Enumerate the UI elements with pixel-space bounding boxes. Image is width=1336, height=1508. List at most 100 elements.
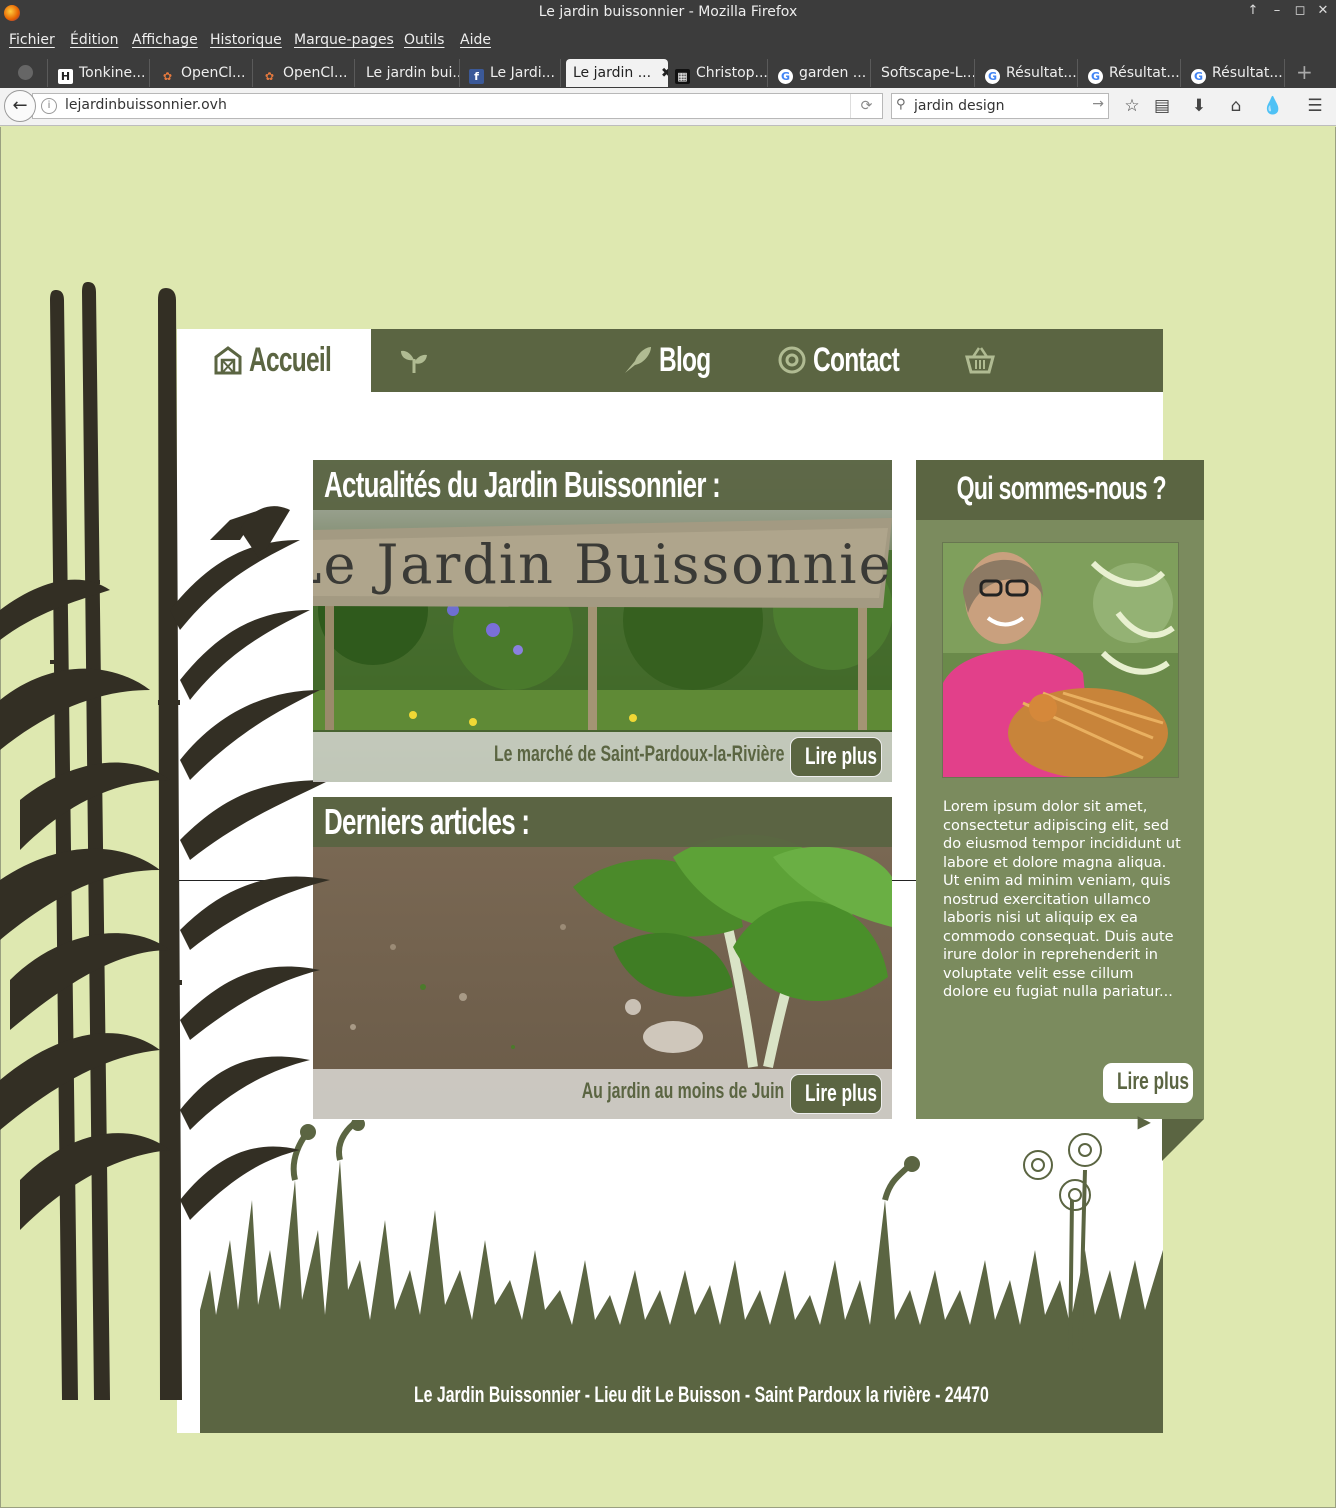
google-icon: G (985, 69, 1000, 84)
news-header: Actualités du Jardin Buissonnier : (313, 460, 892, 510)
grass-silhouette-decoration (200, 1120, 1163, 1360)
footer-address-text: Le Jardin Buissonnier - Lieu dit Le Buis… (414, 1382, 989, 1407)
nav-blog[interactable]: Blog (623, 329, 763, 392)
tab-close-icon[interactable]: ✖ (661, 66, 668, 81)
window-title: Le jardin buissonnier - Mozilla Firefox (538, 4, 798, 20)
tab-active[interactable]: Le jardin ... ✖ (566, 59, 668, 87)
about-sidebar: Qui sommes-nous ? Lorem ipsum dolor sit … (916, 460, 1204, 1131)
globe-icon (18, 65, 33, 80)
menu-aide[interactable]: Aide (460, 32, 491, 48)
search-input[interactable] (914, 96, 1084, 116)
about-title: Qui sommes-nous ? (956, 470, 1167, 506)
about-text: Lorem ipsum dolor sit amet, consectetur … (943, 799, 1181, 1000)
nav-label: Aux jardins (399, 404, 525, 442)
footer-address: Le Jardin Buissonnier - Lieu dit Le Buis… (414, 1382, 1212, 1408)
articles-read-more-button[interactable]: Lire plus▶ (790, 1074, 882, 1114)
articles-title: Derniers articles : (324, 801, 530, 842)
articles-panel: Derniers articles : Au jardin au moins d… (313, 797, 892, 1119)
menu-fichier[interactable]: Fichier (9, 32, 55, 48)
about-read-more-button[interactable]: Lire plus▶ (1103, 1063, 1193, 1131)
back-button[interactable]: ← (4, 90, 36, 122)
read-more-label: Lire plus (805, 1080, 878, 1107)
tab-label: OpenCl... (181, 65, 246, 81)
window-minimize-button[interactable]: – (1267, 3, 1287, 18)
site-info-icon[interactable]: i (41, 98, 57, 114)
bookmark-star-icon[interactable]: ☆ (1121, 95, 1143, 117)
menu-historique[interactable]: Historique (210, 32, 282, 48)
tab-label: garden ... (799, 65, 867, 81)
reload-icon[interactable]: ⟳ (850, 94, 882, 118)
openclassrooms-icon: ✿ (162, 70, 173, 83)
nav-label: Mon Panier (965, 404, 1090, 442)
articles-footer: Au jardin au moins de Juin Lire plus▶ (313, 1069, 892, 1119)
tab[interactable]: G Résultat... (1088, 59, 1181, 87)
news-caption-text: Le marché de Saint-Pardoux-la-Rivière (493, 741, 784, 766)
tab-label: Le jardin bui... (366, 65, 460, 81)
at-icon (778, 346, 806, 374)
tab[interactable]: G Résultat... (1191, 59, 1285, 87)
tab-label: Softscape-L... (881, 65, 975, 81)
menu-outils[interactable]: Outils (404, 32, 444, 48)
nav-label: Blog (659, 341, 711, 379)
read-more-label: Lire plus (1117, 1068, 1190, 1095)
facebook-icon: f (469, 69, 484, 84)
tab-bar: H Tonkine... ✿ OpenCl... ✿ OpenCl... Le jar… (0, 56, 1336, 88)
nav-contact[interactable]: Contact (777, 329, 937, 392)
news-title: Actualités du Jardin Buissonnier : (324, 464, 721, 505)
menu-edition[interactable]: Édition (70, 32, 118, 48)
about-header: Qui sommes-nous ? (916, 460, 1204, 520)
menu-bar: Fichier Édition Affichage Historique Mar… (0, 26, 1336, 56)
tab-label: Résultat... (1109, 65, 1180, 81)
downloads-icon[interactable]: ⬇ (1188, 95, 1210, 117)
reading-list-icon[interactable]: ▤ (1151, 95, 1173, 117)
news-footer: Le marché de Saint-Pardoux-la-Rivière Li… (313, 732, 892, 782)
window-titlebar: Le jardin buissonnier - Mozilla Firefox … (0, 0, 1336, 26)
tab-label: OpenCl... (283, 65, 348, 81)
tab[interactable]: Softscape-L... (881, 59, 975, 87)
home-icon[interactable]: ⌂ (1225, 95, 1247, 117)
window-close-button[interactable]: ✕ (1313, 3, 1333, 18)
woman-with-chicken-image (943, 543, 1178, 777)
window-up-icon[interactable]: ↑ (1243, 3, 1263, 18)
sign-text: Le Jardin Buissonnier (313, 533, 892, 596)
tab[interactable]: Le jardin bui... (366, 59, 460, 87)
google-icon: G (1191, 69, 1206, 84)
new-tab-button[interactable]: + (1296, 60, 1313, 84)
news-panel: Le Jardin Buissonnier Actualités du Jard… (313, 460, 892, 782)
news-caption: Le marché de Saint-Pardoux-la-Rivière (381, 741, 784, 767)
tab-label: Le jardin ... (573, 65, 652, 81)
window-maximize-button[interactable]: ◻ (1290, 3, 1310, 18)
tab[interactable]: H Tonkine... (56, 59, 150, 87)
sidebar-top-fold (1162, 460, 1204, 461)
nav-mon-panier[interactable]: Mon Panier (965, 329, 1163, 442)
tab-label: Christop... (696, 65, 768, 81)
tab[interactable]: ✿ OpenCl... (262, 59, 355, 87)
extension-drop-icon[interactable]: 💧 (1262, 95, 1284, 117)
tab-pinned[interactable] (18, 59, 48, 87)
tab-label: Tonkine... (79, 65, 146, 81)
nav-label: Contact (813, 341, 900, 379)
search-go-icon[interactable]: → (1092, 96, 1104, 112)
quill-icon (625, 347, 651, 373)
search-bar[interactable]: ⚲ → (891, 93, 1109, 119)
read-more-label: Lire plus (805, 743, 878, 770)
tab[interactable]: f Le Jardi... (469, 59, 561, 87)
menu-marque-pages[interactable]: Marque-pages (294, 32, 394, 48)
address-url: lejardinbuissonnier.ovh (65, 97, 227, 113)
tab[interactable]: G Résultat... (985, 59, 1078, 87)
address-bar[interactable]: i lejardinbuissonnier.ovh ⟳ (32, 93, 883, 119)
news-read-more-button[interactable]: Lire plus▶ (790, 737, 882, 777)
tab-label: Résultat... (1006, 65, 1077, 81)
search-icon: ⚲ (896, 97, 906, 112)
tab[interactable]: ✿ OpenCl... (160, 59, 253, 87)
articles-caption: Au jardin au moins de Juin (503, 1078, 784, 1104)
menu-affichage[interactable]: Affichage (132, 32, 198, 48)
tab[interactable]: ▦ Christop... (675, 59, 768, 87)
tab-label: Résultat... (1212, 65, 1283, 81)
google-icon: G (1088, 69, 1103, 84)
tab[interactable]: Ggarden ... (778, 59, 871, 87)
hamburger-menu-icon[interactable]: ☰ (1304, 95, 1326, 117)
nav-aux-jardins[interactable]: Aux jardins (399, 329, 599, 442)
basket-icon (965, 347, 995, 374)
tab-label: Le Jardi... (490, 65, 555, 81)
